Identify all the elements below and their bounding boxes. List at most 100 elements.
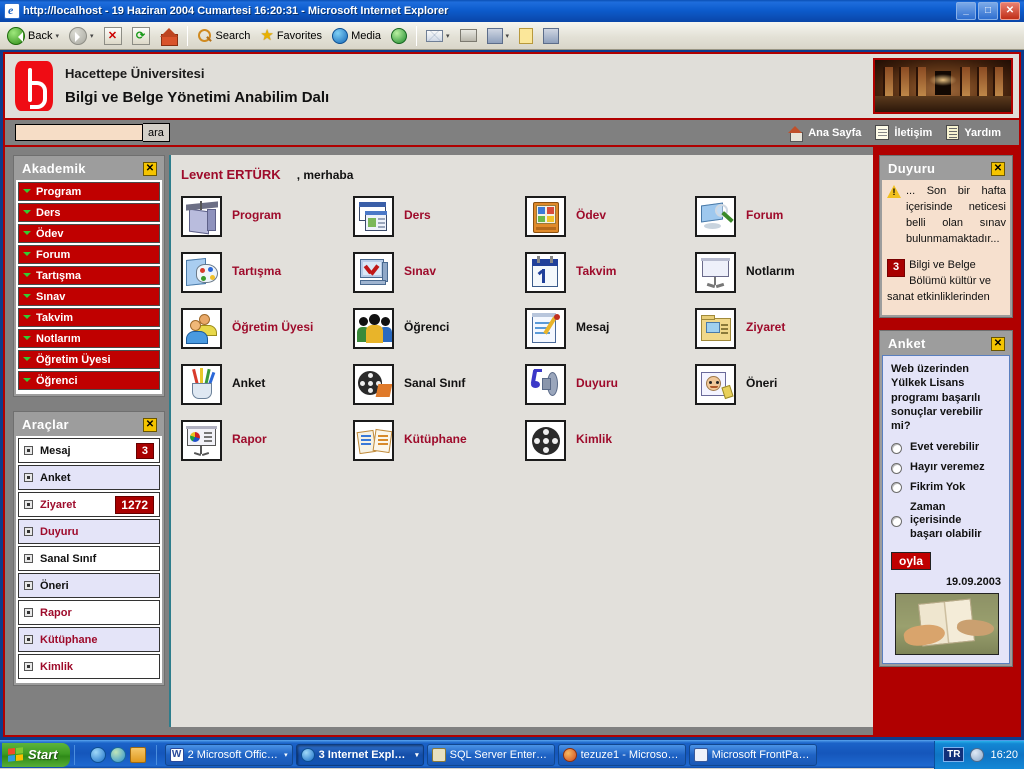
sidebar-item-ogrenci[interactable]: Öğrenci bbox=[18, 371, 160, 390]
araclar-panel-close-icon[interactable]: ✕ bbox=[143, 417, 157, 432]
refresh-button[interactable]: ⟳ bbox=[128, 24, 154, 48]
radio-icon[interactable] bbox=[891, 442, 902, 454]
volume-icon[interactable] bbox=[970, 747, 985, 762]
mail-button[interactable]: ▾ bbox=[422, 24, 454, 48]
clock-quicklaunch-icon[interactable] bbox=[129, 746, 146, 763]
clock[interactable]: 16:20 bbox=[990, 749, 1018, 761]
sidebar-item-ders[interactable]: Ders bbox=[18, 203, 160, 222]
shortcut-mesaj[interactable]: Mesaj bbox=[525, 300, 695, 356]
shortcut-ogretim-uyesi[interactable]: Öğretim Üyesi bbox=[181, 300, 353, 356]
chevron-down-icon[interactable]: ▾ bbox=[284, 751, 288, 759]
search-input[interactable] bbox=[15, 124, 143, 141]
radio-icon[interactable] bbox=[891, 462, 902, 474]
search-button[interactable]: Search bbox=[193, 24, 255, 48]
language-indicator[interactable]: TR bbox=[943, 747, 965, 762]
shortcut-kutuphane[interactable]: Kütüphane bbox=[353, 412, 525, 468]
shortcut-notlarim[interactable]: Notlarım bbox=[695, 244, 867, 300]
header-link-iletisim[interactable]: İletişim bbox=[875, 125, 932, 140]
duyuru-panel-close-icon[interactable]: ✕ bbox=[991, 161, 1005, 176]
taskbar-item-ie[interactable]: 3 Internet Explor... ▾ bbox=[295, 743, 424, 766]
shortcut-ogrenci[interactable]: Öğrenci bbox=[353, 300, 525, 356]
shortcut-sanal-sinif[interactable]: Sanal Sınıf bbox=[353, 356, 525, 412]
shortcut-ders[interactable]: Ders bbox=[353, 188, 525, 244]
radio-icon[interactable] bbox=[891, 482, 902, 494]
monitor-check-icon bbox=[353, 251, 394, 293]
shortcut-ziyaret[interactable]: Ziyaret bbox=[695, 300, 867, 356]
minimize-button[interactable]: _ bbox=[956, 2, 976, 20]
shortcut-program[interactable]: Program bbox=[181, 188, 353, 244]
sidebar-item-tartisma[interactable]: Tartışma bbox=[18, 266, 160, 285]
anket-panel-close-icon[interactable]: ✕ bbox=[991, 336, 1005, 351]
vote-button[interactable]: oyla bbox=[891, 551, 932, 570]
shortcut-kimlik[interactable]: Kimlik bbox=[525, 412, 695, 468]
history-button[interactable] bbox=[387, 24, 411, 48]
media-button[interactable]: Media bbox=[328, 24, 385, 48]
chevron-down-icon[interactable]: ▾ bbox=[415, 751, 419, 759]
tool-item-kutuphane[interactable]: Kütüphane bbox=[18, 627, 160, 652]
shortcut-label: Kimlik bbox=[576, 432, 613, 447]
tool-item-duyuru[interactable]: Duyuru bbox=[18, 519, 160, 544]
maximize-button[interactable]: □ bbox=[978, 2, 998, 20]
sidebar-item-sinav[interactable]: Sınav bbox=[18, 287, 160, 306]
shortcut-odev[interactable]: Ödev bbox=[525, 188, 695, 244]
akademik-panel-close-icon[interactable]: ✕ bbox=[143, 161, 157, 176]
shortcut-takvim[interactable]: Takvim bbox=[525, 244, 695, 300]
back-chevron-down-icon[interactable]: ▾ bbox=[55, 32, 59, 40]
taskbar-item-sql-server[interactable]: SQL Server Enterpris... bbox=[426, 743, 555, 766]
tool-item-oneri[interactable]: Öneri bbox=[18, 573, 160, 598]
shortcut-rapor[interactable]: Rapor bbox=[181, 412, 353, 468]
site-header-left: Hacettepe Üniversitesi Bilgi ve Belge Yö… bbox=[5, 54, 873, 118]
tool-item-kimlik[interactable]: Kimlik bbox=[18, 654, 160, 679]
research-button[interactable] bbox=[539, 24, 563, 48]
ie-quicklaunch-icon[interactable] bbox=[89, 746, 106, 763]
sidebar-item-ogretim-uyesi[interactable]: Öğretim Üyesi bbox=[18, 350, 160, 369]
poll-option-1[interactable]: Evet verebilir bbox=[891, 441, 1003, 455]
radio-icon[interactable] bbox=[891, 515, 902, 527]
chevron-down-icon bbox=[23, 315, 31, 323]
tool-item-ziyaret[interactable]: Ziyaret 1272 bbox=[18, 492, 160, 517]
print-button[interactable] bbox=[456, 24, 481, 48]
taskbar-item-frontpage[interactable]: Microsoft FrontPage ... bbox=[688, 743, 817, 766]
favorites-button[interactable]: ★ Favorites bbox=[256, 24, 326, 48]
sidebar-item-forum[interactable]: Forum bbox=[18, 245, 160, 264]
shortcut-forum[interactable]: Forum bbox=[695, 188, 867, 244]
poll-option-4[interactable]: Zaman içerisinde başarı olabilir bbox=[891, 501, 1003, 542]
sidebar-item-takvim[interactable]: Takvim bbox=[18, 308, 160, 327]
sidebar-item-notlarim[interactable]: Notlarım bbox=[18, 329, 160, 348]
shortcut-anket[interactable]: Anket bbox=[181, 356, 353, 412]
edit-chevron-down-icon[interactable]: ▾ bbox=[506, 32, 510, 40]
poll-option-3[interactable]: Fikrim Yok bbox=[891, 481, 1003, 495]
mail-chevron-down-icon[interactable]: ▾ bbox=[446, 32, 450, 40]
stop-button[interactable]: ✕ bbox=[100, 24, 126, 48]
forward-chevron-down-icon[interactable]: ▾ bbox=[90, 32, 94, 40]
taskbar-item-visio[interactable]: tezuze1 - Microsoft V... bbox=[557, 743, 686, 766]
announcement-item-2[interactable]: 3 Bilgi ve Belge Bölümü kültür ve sanat … bbox=[887, 258, 1006, 306]
shortcut-duyuru[interactable]: Duyuru bbox=[525, 356, 695, 412]
outlook-quicklaunch-icon[interactable] bbox=[109, 746, 126, 763]
poll-vote-row: oyla bbox=[891, 548, 1003, 574]
announcement-item-1[interactable]: ... Son bir hafta içerisinde neticesi be… bbox=[887, 184, 1006, 248]
sidebar-item-program[interactable]: Program bbox=[18, 182, 160, 201]
forward-button[interactable]: ▾ bbox=[65, 24, 98, 48]
header-link-ana-sayfa[interactable]: Ana Sayfa bbox=[788, 125, 861, 142]
discuss-button[interactable] bbox=[515, 24, 537, 48]
tool-item-sanal-sinif[interactable]: Sanal Sınıf bbox=[18, 546, 160, 571]
edit-button[interactable]: ▾ bbox=[483, 24, 514, 48]
poll-option-2[interactable]: Hayır veremez bbox=[891, 461, 1003, 475]
tool-item-anket[interactable]: Anket bbox=[18, 465, 160, 490]
tool-item-rapor[interactable]: Rapor bbox=[18, 600, 160, 625]
close-button[interactable]: ✕ bbox=[1000, 2, 1020, 20]
start-button[interactable]: Start bbox=[2, 742, 70, 767]
back-button[interactable]: Back ▾ bbox=[3, 24, 63, 48]
search-submit-button[interactable]: ara bbox=[143, 123, 170, 142]
sidebar-item-odev[interactable]: Ödev bbox=[18, 224, 160, 243]
shortcut-label: Anket bbox=[232, 376, 266, 391]
shortcut-sinav[interactable]: Sınav bbox=[353, 244, 525, 300]
header-link-yardim[interactable]: Yardım bbox=[946, 125, 1001, 140]
shortcut-oneri[interactable]: Öneri bbox=[695, 356, 867, 412]
shortcut-tartisma[interactable]: Tartışma bbox=[181, 244, 353, 300]
taskbar-item-word[interactable]: W 2 Microsoft Office ... ▾ bbox=[164, 743, 293, 766]
tool-item-mesaj[interactable]: Mesaj 3 bbox=[18, 438, 160, 463]
page-columns: Akademik ✕ Program Ders Ödev Forum Tartı… bbox=[5, 147, 1019, 735]
home-button[interactable] bbox=[156, 24, 182, 48]
